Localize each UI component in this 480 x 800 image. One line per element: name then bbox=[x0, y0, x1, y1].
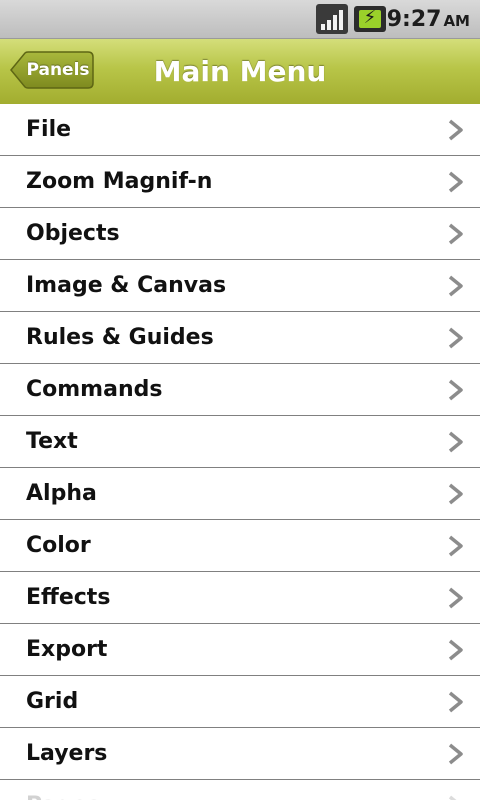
menu-item-rules-guides[interactable]: Rules & Guides bbox=[0, 312, 480, 364]
menu-item-label: Rules & Guides bbox=[26, 325, 214, 350]
menu-item-color[interactable]: Color bbox=[0, 520, 480, 572]
menu-item-label: Export bbox=[26, 637, 108, 662]
menu-item-objects[interactable]: Objects bbox=[0, 208, 480, 260]
status-bar: ⚡ 9:27 AM bbox=[0, 0, 480, 39]
menu-item-label: Color bbox=[26, 533, 91, 558]
chevron-right-icon bbox=[448, 795, 457, 800]
menu-item-label: Image & Canvas bbox=[26, 273, 227, 298]
menu-item-label: Layers bbox=[26, 741, 108, 766]
menu-item-layers[interactable]: Layers bbox=[0, 728, 480, 780]
menu-item-effects[interactable]: Effects bbox=[0, 572, 480, 624]
menu-item-file[interactable]: File bbox=[0, 104, 480, 156]
chevron-right-icon bbox=[448, 587, 463, 609]
menu-item-export[interactable]: Export bbox=[0, 624, 480, 676]
chevron-right-icon bbox=[448, 119, 463, 141]
chevron-right-icon bbox=[448, 483, 463, 505]
menu-item-text[interactable]: Text bbox=[0, 416, 480, 468]
chevron-right-icon bbox=[448, 743, 463, 765]
page-title: Main Menu bbox=[153, 55, 327, 88]
menu-item-grid[interactable]: Grid bbox=[0, 676, 480, 728]
menu-item-label: Text bbox=[26, 429, 78, 454]
battery-charging-icon: ⚡ bbox=[354, 6, 386, 32]
menu-item-label: Objects bbox=[26, 221, 120, 246]
chevron-right-icon bbox=[448, 223, 463, 245]
menu-item-label: Zoom Magnif-n bbox=[26, 169, 213, 194]
panels-back-button[interactable]: Panels bbox=[10, 51, 94, 89]
menu-item-image-canvas[interactable]: Image & Canvas bbox=[0, 260, 480, 312]
chevron-right-icon bbox=[448, 431, 463, 453]
chevron-right-icon bbox=[448, 535, 463, 557]
menu-item-label: Effects bbox=[26, 585, 111, 610]
menu-item-label: Grid bbox=[26, 689, 79, 714]
chevron-right-icon bbox=[448, 691, 463, 713]
clock-ampm: AM bbox=[443, 12, 470, 30]
chevron-right-icon bbox=[448, 275, 463, 297]
main-menu-list: File Zoom Magnif-n Objects Image & Canva… bbox=[0, 104, 480, 800]
chevron-right-icon bbox=[448, 171, 463, 193]
status-clock: 9:27 AM bbox=[387, 6, 470, 34]
chevron-right-icon bbox=[448, 639, 463, 661]
clock-time: 9:27 bbox=[386, 7, 442, 32]
signal-icon bbox=[316, 4, 348, 34]
back-button-label: Panels bbox=[26, 60, 90, 80]
menu-item-label: File bbox=[26, 117, 72, 142]
menu-item-commands[interactable]: Commands bbox=[0, 364, 480, 416]
menu-item-label: Commands bbox=[26, 377, 163, 402]
menu-item-label: Pages bbox=[26, 780, 100, 800]
menu-item-zoom-magnification[interactable]: Zoom Magnif-n bbox=[0, 156, 480, 208]
chevron-right-icon bbox=[448, 327, 463, 349]
title-bar: Panels Main Menu bbox=[0, 39, 480, 106]
menu-item-alpha[interactable]: Alpha bbox=[0, 468, 480, 520]
menu-item-label: Alpha bbox=[26, 481, 97, 506]
menu-item-pages[interactable]: Pages bbox=[0, 780, 480, 800]
chevron-right-icon bbox=[448, 379, 463, 401]
